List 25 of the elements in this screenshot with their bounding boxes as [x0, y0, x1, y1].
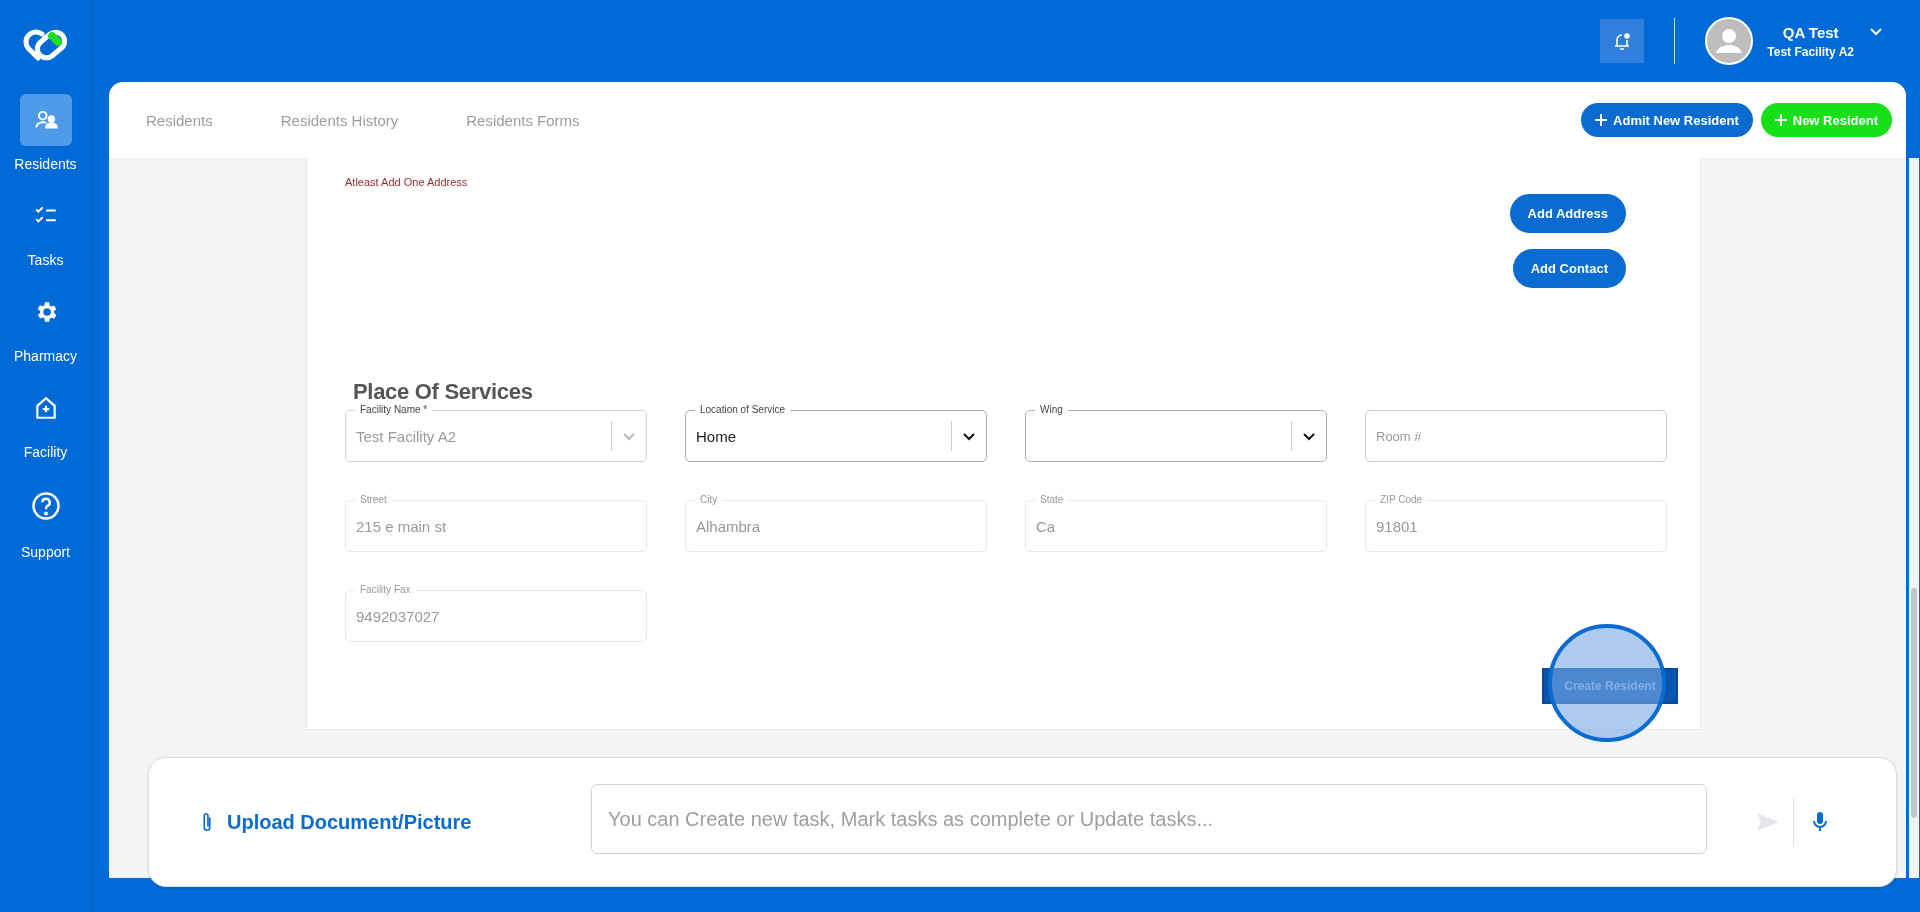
sidebar-item[interactable]: Residents	[5, 94, 86, 176]
sidebar-item[interactable]: Tasks	[5, 190, 86, 272]
error-message: Atleast Add One Address	[345, 176, 469, 188]
plus-icon	[1595, 114, 1608, 126]
facility-name: Test Facility A2	[1767, 44, 1854, 59]
section-title: Place Of Services	[352, 380, 533, 404]
plus-icon	[1774, 114, 1787, 126]
tab[interactable]: Residents Forms	[466, 107, 580, 133]
admit-button[interactable]: Admit New Resident	[1581, 103, 1753, 137]
sidebar-item[interactable]: Support	[5, 478, 86, 564]
user-name: QA Test	[1782, 23, 1839, 41]
chevron-down-icon[interactable]	[963, 433, 975, 441]
paperclip-icon	[201, 811, 213, 833]
tab[interactable]: Residents	[146, 107, 213, 133]
chevron-down-icon[interactable]	[1303, 433, 1315, 441]
notification-button[interactable]	[1600, 19, 1645, 63]
add-button[interactable]: Add Address	[1509, 194, 1626, 233]
sidebar-item[interactable]: Pharmacy	[5, 286, 86, 368]
help-icon	[30, 491, 61, 521]
upload-link[interactable]: Upload Document/Picture	[201, 810, 591, 834]
sidebar-item[interactable]: Facility	[5, 382, 86, 464]
task-input[interactable]: You can Create new task, Mark tasks as complete or Update tasks...	[591, 784, 1707, 854]
avatar-icon[interactable]	[1705, 17, 1754, 65]
add-button[interactable]: Add Contact	[1512, 249, 1626, 288]
tab[interactable]: Residents History	[280, 107, 399, 133]
